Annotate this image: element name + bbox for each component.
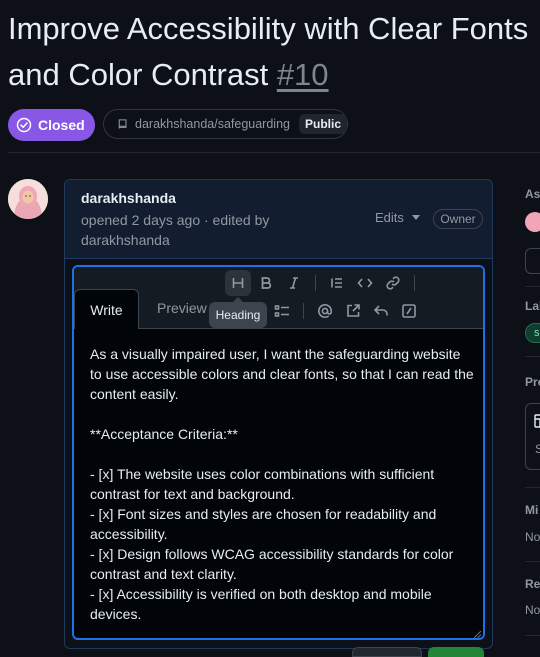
toolbar-divider: [303, 303, 304, 319]
reply-icon[interactable]: [368, 298, 394, 324]
project-status: S: [535, 442, 540, 456]
sidebar-assignees-heading[interactable]: Ass: [525, 187, 540, 201]
tab-write[interactable]: Write: [74, 289, 139, 329]
quote-icon[interactable]: [324, 270, 350, 296]
sidebar-divider: [525, 286, 540, 287]
issue-number-link[interactable]: #10: [277, 57, 329, 92]
avatar[interactable]: [8, 179, 48, 219]
update-comment-button[interactable]: [428, 647, 484, 657]
italic-icon[interactable]: [281, 270, 307, 296]
heading-icon[interactable]: [225, 270, 251, 296]
header-divider: [8, 152, 540, 153]
owner-badge: Owner: [433, 209, 483, 229]
repo-pill[interactable]: darakhshanda/safeguarding Public: [103, 109, 348, 139]
comment-meta-line1: opened 2 days ago · edited by: [81, 212, 270, 228]
tab-preview[interactable]: Preview: [157, 300, 207, 316]
bold-icon[interactable]: [253, 270, 279, 296]
status-label: Closed: [38, 117, 85, 133]
milestone-value: No: [525, 530, 540, 544]
assign-yourself-button[interactable]: [525, 248, 540, 274]
sidebar-milestone-heading[interactable]: Mi: [525, 503, 538, 517]
sidebar-labels-heading[interactable]: Lab: [525, 299, 540, 313]
sidebar-divider: [525, 356, 540, 357]
toolbar-row-2: [255, 298, 422, 324]
repo-icon: [118, 119, 127, 129]
label-chip[interactable]: s: [525, 323, 540, 343]
issue-title: Improve Accessibility with Clear Fonts a…: [8, 6, 540, 98]
project-table-icon: [534, 414, 540, 428]
sidebar-divider: [525, 561, 540, 562]
heading-tooltip: Heading: [209, 302, 267, 328]
slash-command-icon[interactable]: [396, 298, 422, 324]
sidebar-projects-heading[interactable]: Pro: [525, 375, 540, 389]
edits-dropdown[interactable]: Edits: [375, 210, 420, 225]
resize-handle-icon[interactable]: [474, 631, 481, 638]
repo-name[interactable]: darakhshanda/safeguarding: [135, 117, 290, 131]
editor-username[interactable]: darakhshanda: [81, 230, 301, 250]
issue-title-line2: and Color Contrast: [8, 57, 269, 92]
relationships-value: No: [525, 603, 540, 617]
sidebar-divider: [525, 635, 540, 636]
issue-title-line1: Improve Accessibility with Clear Fonts: [8, 11, 529, 46]
comment-meta: opened 2 days ago · edited by darakhshan…: [81, 210, 301, 250]
status-badge: Closed: [8, 109, 95, 141]
edits-label: Edits: [375, 210, 404, 225]
closed-check-icon: [16, 117, 32, 133]
toolbar-divider: [315, 275, 316, 291]
link-icon[interactable]: [380, 270, 406, 296]
mention-icon[interactable]: [312, 298, 338, 324]
editor-textarea[interactable]: As a visually impaired user, I want the …: [90, 344, 475, 624]
cancel-button[interactable]: [352, 647, 422, 657]
project-card[interactable]: S: [525, 403, 540, 470]
visibility-badge: Public: [298, 114, 347, 134]
sidebar-divider: [525, 487, 540, 488]
task-list-icon[interactable]: [269, 298, 295, 324]
assignee-avatar[interactable]: [525, 212, 540, 232]
cross-reference-icon[interactable]: [340, 298, 366, 324]
chevron-down-icon: [411, 215, 420, 220]
comment-author[interactable]: darakhshanda: [81, 190, 176, 206]
code-icon[interactable]: [352, 270, 378, 296]
toolbar-divider: [414, 275, 415, 291]
toolbar-row-1: [225, 270, 421, 296]
sidebar-relationships-heading[interactable]: Rel: [525, 577, 540, 591]
